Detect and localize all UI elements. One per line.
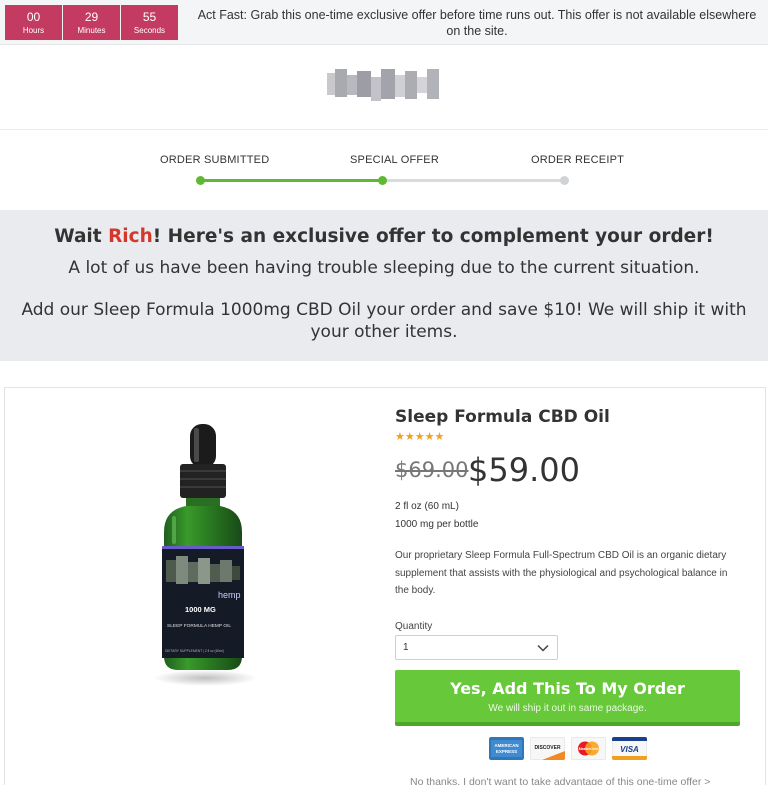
discover-card-icon: DISCOVER <box>530 737 565 760</box>
original-price: $69.00 <box>395 458 469 482</box>
countdown-minutes-unit: Minutes <box>77 26 106 35</box>
visa-card-icon: VISA <box>612 737 647 760</box>
offer-subtext: A lot of us have been having trouble sle… <box>68 258 700 278</box>
mastercard-card-icon: MasterCard <box>571 737 606 760</box>
countdown-hours-value: 00 <box>26 10 41 24</box>
cbd-bottle-icon: hemp 1000 MG SLEEP FORMULA HEMP OIL DIET… <box>153 424 257 686</box>
cta-label: Yes, Add This To My Order <box>450 679 685 698</box>
product-image: hemp 1000 MG SLEEP FORMULA HEMP OIL DIET… <box>150 420 260 690</box>
rating-stars-icon: ★★★★★ <box>395 431 445 443</box>
offer-heading: Wait Rich! Here's an exclusive offer to … <box>0 226 768 247</box>
product-description: Our proprietary Sleep Formula Full-Spect… <box>395 550 728 596</box>
spec-strength: 1000 mg per bottle <box>395 519 479 530</box>
svg-text:VISA: VISA <box>620 745 639 754</box>
product-title: Sleep Formula CBD Oil <box>395 407 610 427</box>
svg-text:AMERICAN: AMERICAN <box>494 743 518 748</box>
quantity-value: 1 <box>403 642 409 653</box>
step-dot-2 <box>378 176 387 185</box>
spec-volume: 2 fl oz (60 mL) <box>395 501 459 512</box>
offer-heading-after: ! Here's an exclusive offer to complemen… <box>152 226 714 247</box>
countdown-message: Act Fast: Grab this one-time exclusive o… <box>197 8 757 38</box>
add-to-order-button[interactable]: Yes, Add This To My Order We will ship i… <box>395 670 740 726</box>
svg-text:EXPRESS: EXPRESS <box>496 749 517 754</box>
step-dot-3 <box>560 176 569 185</box>
bottle-mg-text: 1000 MG <box>185 605 216 614</box>
quantity-select[interactable]: 1 <box>395 635 558 660</box>
chevron-down-icon <box>537 644 549 652</box>
brand-logo <box>327 67 439 103</box>
progress-fill <box>200 179 382 182</box>
offer-heading-before: Wait <box>54 226 109 247</box>
amex-card-icon: AMERICAN EXPRESS <box>489 737 524 760</box>
offer-banner: Wait Rich! Here's an exclusive offer to … <box>0 210 768 361</box>
offer-details: Add our Sleep Formula 1000mg CBD Oil you… <box>21 300 747 342</box>
countdown-hours-unit: Hours <box>22 26 45 35</box>
cta-sublabel: We will ship it out in same package. <box>488 703 647 714</box>
countdown-seconds-unit: Seconds <box>133 26 166 35</box>
customer-name: Rich <box>108 226 153 247</box>
step-dot-1 <box>196 176 205 185</box>
countdown-bar: 00 Hours 29 Minutes 55 Seconds Act Fast:… <box>0 0 768 45</box>
countdown-seconds-value: 55 <box>142 10 157 24</box>
quantity-label: Quantity <box>395 621 433 632</box>
sale-price: $59.00 <box>468 451 580 489</box>
decline-offer-link[interactable]: No thanks, I don't want to take advantag… <box>410 776 710 785</box>
countdown-hours: 00 Hours <box>5 5 62 40</box>
step-order-receipt: ORDER RECEIPT <box>531 154 625 166</box>
countdown-minutes: 29 Minutes <box>63 5 120 40</box>
svg-text:DISCOVER: DISCOVER <box>534 745 561 751</box>
payment-cards: AMERICAN EXPRESS DISCOVER MasterCard VIS… <box>489 737 647 761</box>
order-progress: ORDER SUBMITTED SPECIAL OFFER ORDER RECE… <box>0 131 768 209</box>
bottle-brand-text: hemp <box>218 590 241 600</box>
step-order-submitted: ORDER SUBMITTED <box>160 154 270 166</box>
countdown-minutes-value: 29 <box>84 10 99 24</box>
step-special-offer: SPECIAL OFFER <box>350 154 439 166</box>
svg-text:MasterCard: MasterCard <box>579 747 600 751</box>
countdown-seconds: 55 Seconds <box>121 5 178 40</box>
bottle-footer-text: DIETARY SUPPLEMENT | 2 fl oz (60ml) <box>165 649 224 653</box>
header <box>0 46 768 130</box>
bottle-name-text: SLEEP FORMULA HEMP OIL <box>167 623 231 629</box>
